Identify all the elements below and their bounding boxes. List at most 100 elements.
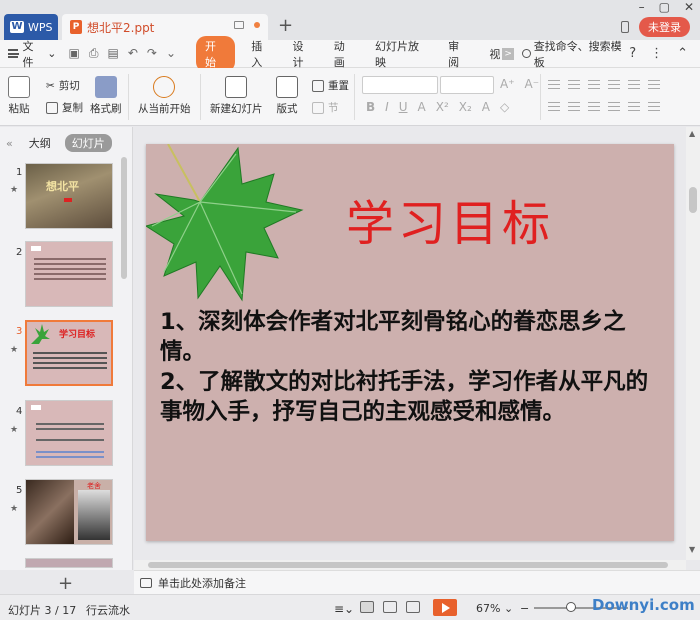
font-size-select[interactable] [440,76,494,94]
slide-body-text[interactable]: 1、深刻体会作者对北平刻骨铭心的眷恋思乡之情。 2、了解散文的对比衬托手法，学习… [160,307,670,427]
sorter-view-icon[interactable] [383,601,397,613]
layout-button[interactable]: 版式 [276,76,298,116]
slide-title[interactable]: 学习目标 [346,184,554,254]
decrease-font-icon[interactable]: A⁻ [525,77,540,91]
more-tabs-button[interactable]: > [502,47,514,60]
notes-toggle-icon[interactable]: ≡⌄ [334,602,354,616]
tab-slides[interactable]: 幻灯片 [64,134,112,152]
format-painter-label: 格式刷 [90,103,122,115]
thumbnail-red-mark [64,198,72,202]
tab-review[interactable]: 审阅 [448,38,469,70]
save-icon[interactable]: ▣ [69,46,80,61]
file-menu[interactable]: 文件 ⌄ [8,38,57,70]
new-slide-button[interactable]: 新建幻灯片 [210,76,263,116]
reset-button[interactable]: 重置 [312,78,349,93]
line-spacing-icon[interactable] [628,80,640,89]
format-painter-icon [94,76,117,98]
wps-home-tab[interactable]: W WPS [4,14,58,40]
font-color-icon[interactable]: A [418,100,426,114]
tab-animation[interactable]: 动画 [334,38,355,70]
close-icon[interactable]: ✕ [684,0,694,14]
note-icon [140,577,152,588]
help-icon[interactable]: ? [629,46,636,61]
section-button[interactable]: 节 [312,100,339,115]
slide-thumbnail-3[interactable]: 学习目标 [25,320,113,386]
outdent-icon[interactable] [588,80,600,89]
collapse-ribbon-icon[interactable]: ⌃ [677,46,688,61]
format-painter-button[interactable]: 格式刷 [90,76,122,116]
zoom-slider-knob[interactable] [566,602,576,612]
tab-slideshow[interactable]: 幻灯片放映 [375,38,428,70]
align-left-icon[interactable] [548,102,560,111]
slide-thumbnail-1[interactable]: 想北平 [25,163,113,229]
tab-insert[interactable]: 插入 [251,38,272,70]
thumbnail-number: 2 [16,247,23,258]
align-right-icon[interactable] [588,102,600,111]
document-tab[interactable]: P 想北平2.ppt [62,14,268,40]
slide-thumbnail-2[interactable] [25,241,113,307]
clear-format-icon[interactable]: ◇ [500,100,509,114]
slideshow-play-button[interactable] [433,599,457,616]
normal-view-icon[interactable] [360,601,374,613]
italic-icon[interactable]: I [385,100,389,114]
justify-icon[interactable] [608,102,620,111]
play-from-current-button[interactable]: 从当前开始 [138,76,191,116]
superscript-icon[interactable]: X² [436,100,449,114]
add-slide-button[interactable]: + [58,573,73,594]
font-family-select[interactable] [362,76,438,94]
collapse-panel-icon[interactable]: « [6,137,13,150]
tab-home[interactable]: 开始 [196,35,236,72]
preview-icon[interactable]: ▤ [107,46,118,61]
tab-outline[interactable]: 大纲 [29,135,51,151]
increase-font-icon[interactable]: A⁺ [500,77,515,91]
columns-icon[interactable] [648,80,660,89]
text-effect-icon[interactable]: A [482,100,490,114]
align-center-icon[interactable] [568,102,580,111]
unsaved-dot-icon[interactable] [254,22,260,28]
zoom-dropdown-icon[interactable]: ⌄ [504,602,513,615]
slide-canvas[interactable]: 学习目标 1、深刻体会作者对北平刻骨铭心的眷恋思乡之情。 2、了解散文的对比衬托… [146,144,674,541]
new-tab-button[interactable]: + [278,16,293,36]
scrollbar-thumb[interactable] [689,187,697,213]
thumbnail-photo [26,480,74,544]
undo-icon[interactable]: ↶ [128,46,138,61]
monitor-icon[interactable] [234,21,244,29]
subscript-icon[interactable]: X₂ [459,100,472,114]
bullet-list-icon[interactable] [548,80,560,89]
scroll-down-icon[interactable]: ▼ [689,545,695,554]
more-icon[interactable]: ⋮ [650,46,663,61]
scroll-up-icon[interactable]: ▲ [689,129,695,138]
tab-view[interactable]: 视 [489,46,500,62]
scrollbar-thumb[interactable] [148,562,668,568]
tab-design[interactable]: 设计 [293,38,314,70]
bold-icon[interactable]: B [366,100,375,114]
paste-button[interactable]: 粘贴 [8,76,30,116]
print-icon[interactable]: ⎙ [89,46,99,61]
phone-icon[interactable] [621,21,629,33]
slide-thumbnail-5[interactable]: 老舍 [25,479,113,545]
copy-button[interactable]: 复制 [46,100,83,115]
notes-bar[interactable]: 单击此处添加备注 [134,570,700,594]
slide-thumbnail-6[interactable] [25,558,113,568]
numbered-list-icon[interactable] [568,80,580,89]
horizontal-scrollbar[interactable] [134,560,686,570]
theme-name[interactable]: 行云流水 [86,602,130,618]
redo-icon[interactable]: ↷ [147,46,157,61]
underline-icon[interactable]: U [399,100,408,114]
indent-icon[interactable] [608,80,620,89]
login-button[interactable]: 未登录 [639,17,690,37]
thumbnail-scrollbar[interactable] [121,157,127,279]
text-direction-icon[interactable] [648,102,660,111]
cut-button[interactable]: ✂ 剪切 [46,78,80,93]
distribute-icon[interactable] [628,102,640,111]
maximize-icon[interactable]: ▢ [659,0,670,14]
command-search[interactable]: 查找命令、搜索模板 [521,38,629,70]
vertical-scrollbar[interactable]: ▲ ▼ [686,127,700,560]
slide-thumbnail-4[interactable] [25,400,113,466]
minimize-icon[interactable]: – [639,0,645,14]
maple-leaf-image[interactable] [146,144,306,304]
zoom-out-icon[interactable]: − [520,602,529,615]
customize-icon[interactable]: ⌄ [166,46,176,61]
reading-view-icon[interactable] [406,601,420,613]
zoom-level[interactable]: 67% [476,602,500,615]
